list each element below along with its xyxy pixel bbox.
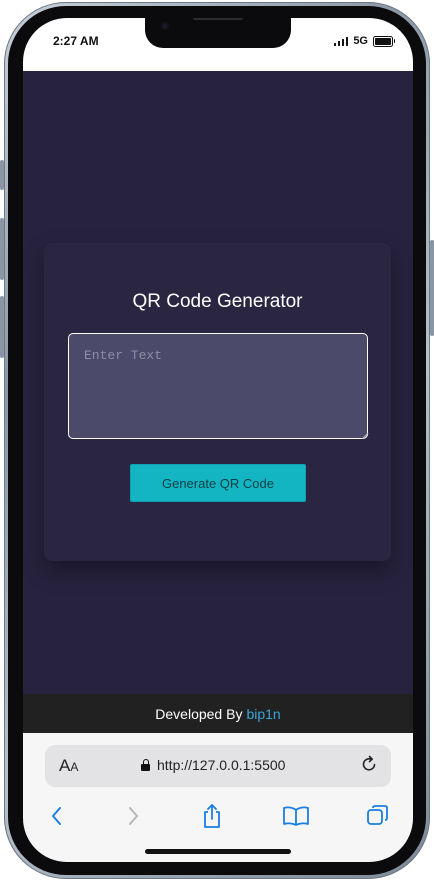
back-icon	[52, 807, 61, 825]
earpiece-speaker	[193, 18, 243, 20]
back-button[interactable]	[42, 801, 72, 831]
bookmarks-icon	[283, 806, 309, 826]
tabs-icon	[367, 805, 388, 825]
bookmarks-button[interactable]	[281, 801, 311, 831]
front-camera	[161, 22, 169, 30]
forward-icon	[129, 807, 138, 825]
notch	[145, 18, 291, 48]
url-text: http://127.0.0.1:5500	[157, 757, 286, 773]
screen: 2:27 AM 5G QR Code Generator Generate QR…	[23, 18, 413, 862]
share-button[interactable]	[197, 801, 227, 831]
forward-button[interactable]	[118, 801, 148, 831]
silent-switch	[0, 160, 4, 190]
footer: Developed By bip1n	[23, 694, 413, 733]
reload-icon[interactable]	[359, 754, 379, 774]
signal-icon	[333, 36, 349, 46]
generate-qr-button[interactable]: Generate QR Code	[130, 464, 306, 502]
tabs-button[interactable]	[363, 801, 393, 831]
network-label: 5G	[353, 35, 368, 47]
address-bar[interactable]: AA http://127.0.0.1:5500	[45, 745, 391, 787]
home-indicator	[145, 849, 291, 854]
footer-prefix: Developed By	[155, 705, 243, 722]
status-indicators: 5G	[333, 35, 395, 47]
url-display[interactable]: http://127.0.0.1:5500	[141, 757, 285, 773]
text-input[interactable]	[68, 333, 368, 439]
battery-icon	[373, 35, 395, 47]
volume-down-button	[0, 296, 4, 358]
volume-up-button	[0, 218, 4, 280]
browser-chrome: AA http://127.0.0.1:5500	[23, 733, 413, 862]
qr-generator-card: QR Code Generator Generate QR Code	[44, 243, 391, 561]
power-button	[430, 240, 434, 336]
share-icon	[204, 804, 220, 828]
text-size-button[interactable]: AA	[59, 756, 78, 776]
browser-toolbar	[23, 801, 413, 831]
status-time: 2:27 AM	[53, 34, 99, 48]
author-link[interactable]: bip1n	[246, 706, 280, 722]
page-title: QR Code Generator	[132, 291, 303, 312]
lock-icon	[141, 758, 150, 771]
